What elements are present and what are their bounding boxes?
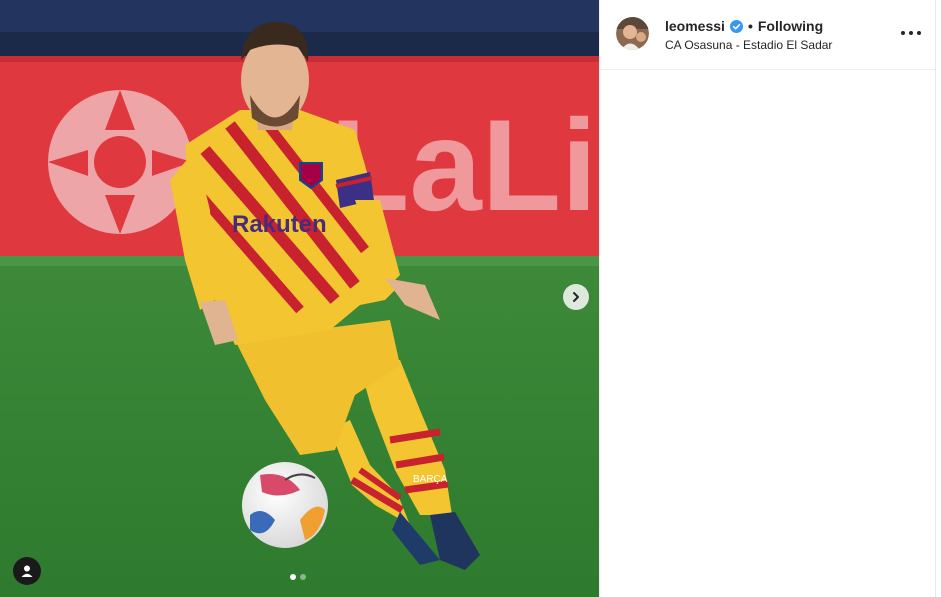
username-link[interactable]: leomessi xyxy=(665,18,725,34)
avatar-image xyxy=(616,17,649,50)
author-line: leomessi • Following xyxy=(665,18,823,34)
avatar[interactable] xyxy=(616,17,649,50)
scrollbar-edge xyxy=(935,0,941,597)
soccer-ball xyxy=(242,462,328,548)
tagged-people-button[interactable] xyxy=(13,557,41,585)
carousel-indicator xyxy=(290,574,306,580)
location-link[interactable]: CA Osasuna - Estadio El Sadar xyxy=(665,38,832,52)
person-icon xyxy=(21,565,33,577)
more-options-icon-dot xyxy=(909,31,913,35)
sock-text: BARÇA xyxy=(413,474,448,485)
instagram-post-modal: LaLiga BARÇA xyxy=(0,0,941,597)
post-side-panel: leomessi • Following CA Osasuna - Estadi… xyxy=(599,0,936,597)
chevron-right-icon xyxy=(573,292,579,302)
verified-badge-icon xyxy=(729,19,743,33)
laliga-logo xyxy=(48,90,192,234)
more-options-icon-dot xyxy=(901,31,905,35)
carousel-dot-active xyxy=(290,574,296,580)
more-options-icon-dot xyxy=(917,31,921,35)
post-media[interactable]: LaLiga BARÇA xyxy=(0,0,599,597)
following-button[interactable]: Following xyxy=(758,18,823,34)
shirt-sponsor: Rakuten xyxy=(232,211,327,238)
more-options-button[interactable] xyxy=(901,25,921,41)
post-photo: LaLiga BARÇA xyxy=(0,0,599,597)
carousel-dot xyxy=(300,574,306,580)
separator-dot: • xyxy=(747,18,753,34)
post-header: leomessi • Following CA Osasuna - Estadi… xyxy=(600,0,936,70)
carousel-next-button[interactable] xyxy=(563,284,589,310)
